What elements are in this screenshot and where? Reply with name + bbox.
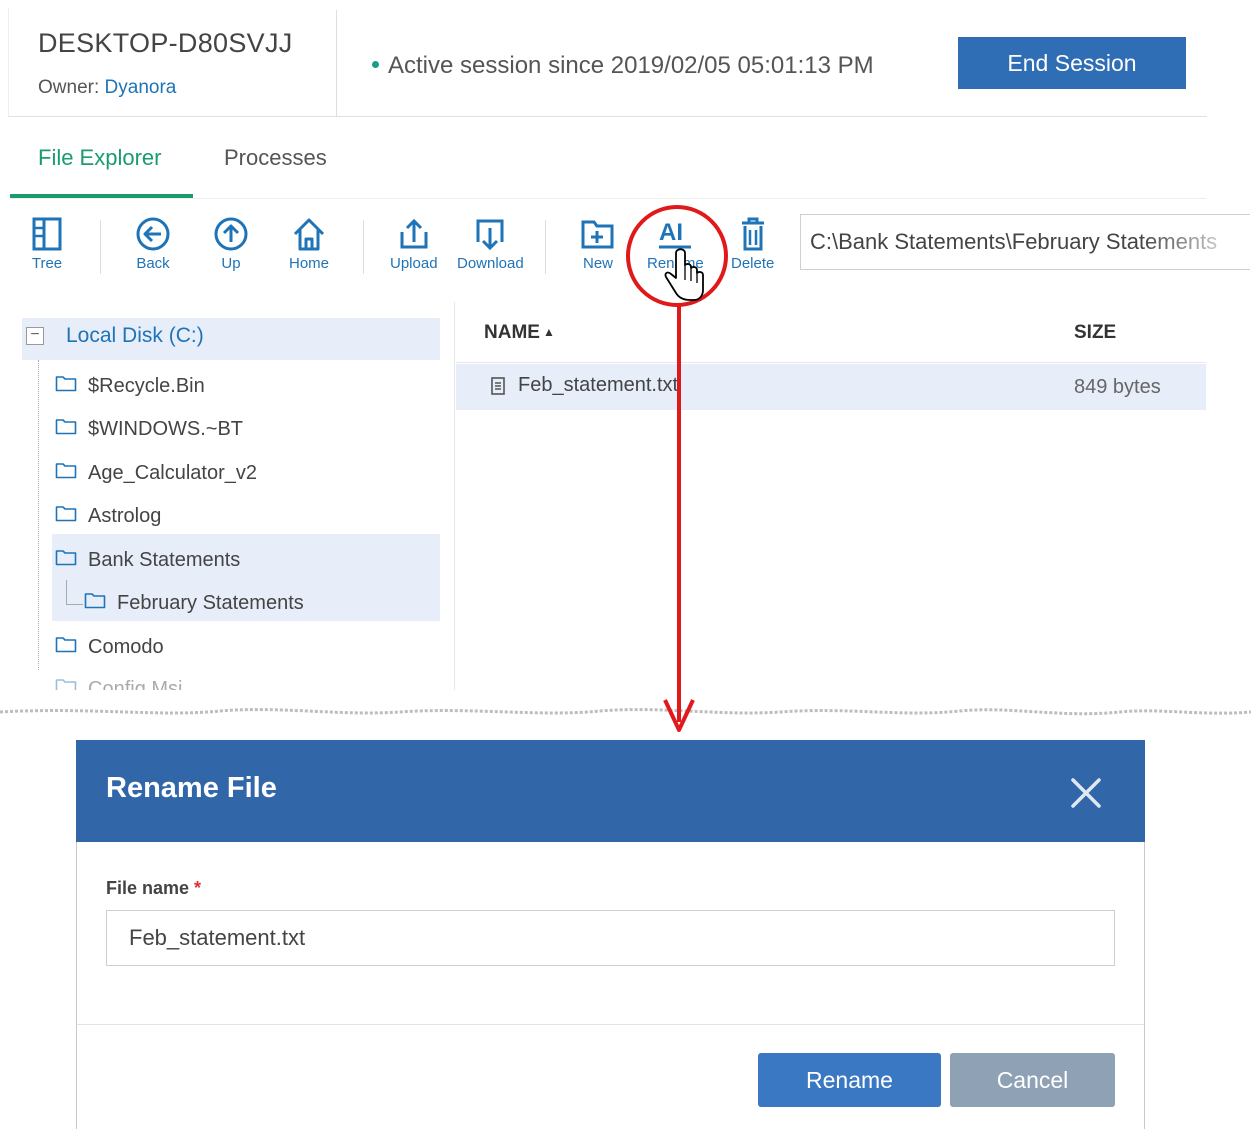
folder-icon [55,418,77,434]
tree-label: Tree [31,255,63,272]
status-dot-icon [372,61,379,69]
tree-item-label: $WINDOWS.~BT [88,418,244,440]
torn-edge-divider [0,690,1251,716]
tree-item-label: Bank Statements [88,549,241,571]
required-mark: * [194,878,202,898]
upload-label: Upload [390,255,438,272]
tree-item-label: Age_Calculator_v2 [88,462,257,484]
rename-label: Rename [647,255,704,272]
tree-item-astrolog[interactable]: Astrolog [55,505,161,528]
tree-root-label[interactable]: Local Disk (C:) [66,324,204,348]
up-arrow-icon [214,217,248,251]
toolbar-separator [545,220,546,274]
grid-header-line [456,362,1206,363]
tree-icon [32,217,62,251]
tree-item-comodo[interactable]: Comodo [55,636,164,659]
new-folder-button[interactable]: New [579,214,617,272]
header-divider [336,10,337,116]
svg-text:AI: AI [659,219,683,246]
up-button[interactable]: Up [212,214,250,272]
session-status-text: Active session since 2019/02/05 05:01:13… [388,52,874,79]
dialog-title: Rename File [106,772,277,804]
toolbar-separator [100,220,101,274]
new-folder-icon [581,220,614,249]
up-label: Up [221,255,241,272]
file-name-label-text: File name [106,878,190,898]
tree-item-february-statements[interactable]: February Statements [84,592,304,615]
tree-item-age-calculator[interactable]: Age_Calculator_v2 [55,462,257,485]
tree-item-label: Astrolog [88,505,162,527]
upload-icon [400,218,428,249]
tree-item-label: $Recycle.Bin [88,375,205,397]
file-name-text: Feb_statement.txt [518,374,679,396]
upload-button[interactable]: Upload [390,214,438,272]
back-button[interactable]: Back [134,214,172,272]
file-size-cell: 849 bytes [1074,376,1161,398]
session-status: Active session since 2019/02/05 05:01:13… [372,52,874,80]
path-fade-overlay [1140,215,1251,269]
device-name: DESKTOP-D80SVJJ [38,28,293,58]
owner-label: Owner: [38,77,100,98]
folder-icon [55,462,77,478]
column-header-size[interactable]: SIZE [1074,322,1116,344]
folder-icon [55,505,77,521]
cancel-button[interactable]: Cancel [950,1053,1115,1107]
delete-button[interactable]: Delete [731,214,774,272]
file-name-label: File name * [106,878,201,899]
tab-processes[interactable]: Processes [224,145,327,171]
new-label: New [582,255,613,272]
home-icon [293,218,325,251]
sort-ascending-icon: ▲ [542,325,555,339]
owner-info: Owner: Dyanora [38,77,176,99]
trash-icon [741,217,764,251]
rename-confirm-button[interactable]: Rename [758,1053,941,1107]
tabs-divider [10,198,1206,199]
rename-button[interactable]: AI Rename [647,214,704,272]
home-button[interactable]: Home [289,214,329,272]
file-name-cell[interactable]: Feb_statement.txt [490,374,678,397]
pane-divider [454,302,455,692]
close-icon[interactable] [1066,770,1106,816]
tree-item-windows-bt[interactable]: $WINDOWS.~BT [55,418,243,441]
text-file-icon [491,376,505,395]
rename-icon: AI [659,219,692,249]
folder-icon [55,375,77,391]
folder-icon [55,636,77,652]
back-label: Back [136,255,170,272]
download-icon [476,219,504,251]
back-arrow-icon [136,217,170,251]
toolbar-separator [363,220,364,274]
download-label: Download [457,255,524,272]
file-name-input[interactable] [106,910,1115,966]
home-label: Home [289,255,330,272]
tree-item-label: February Statements [117,592,304,614]
tree-item-recycle-bin[interactable]: $Recycle.Bin [55,375,205,398]
collapse-icon[interactable]: − [26,327,44,345]
column-header-name[interactable]: NAME ▲ [484,322,555,344]
tab-file-explorer[interactable]: File Explorer [38,145,161,171]
owner-name[interactable]: Dyanora [105,77,177,98]
end-session-button[interactable]: End Session [958,37,1186,89]
tree-button[interactable]: Tree [28,214,66,272]
download-button[interactable]: Download [457,214,524,272]
column-name-label: NAME [484,322,540,343]
tree-sub-connector [66,580,83,605]
delete-label: Delete [731,255,775,272]
dialog-footer-divider [77,1024,1144,1025]
tree-item-bank-statements[interactable]: Bank Statements [55,549,240,572]
folder-icon [55,549,77,565]
folder-icon [84,592,106,608]
tree-connector-line [38,360,40,670]
tree-item-label: Comodo [88,636,164,658]
